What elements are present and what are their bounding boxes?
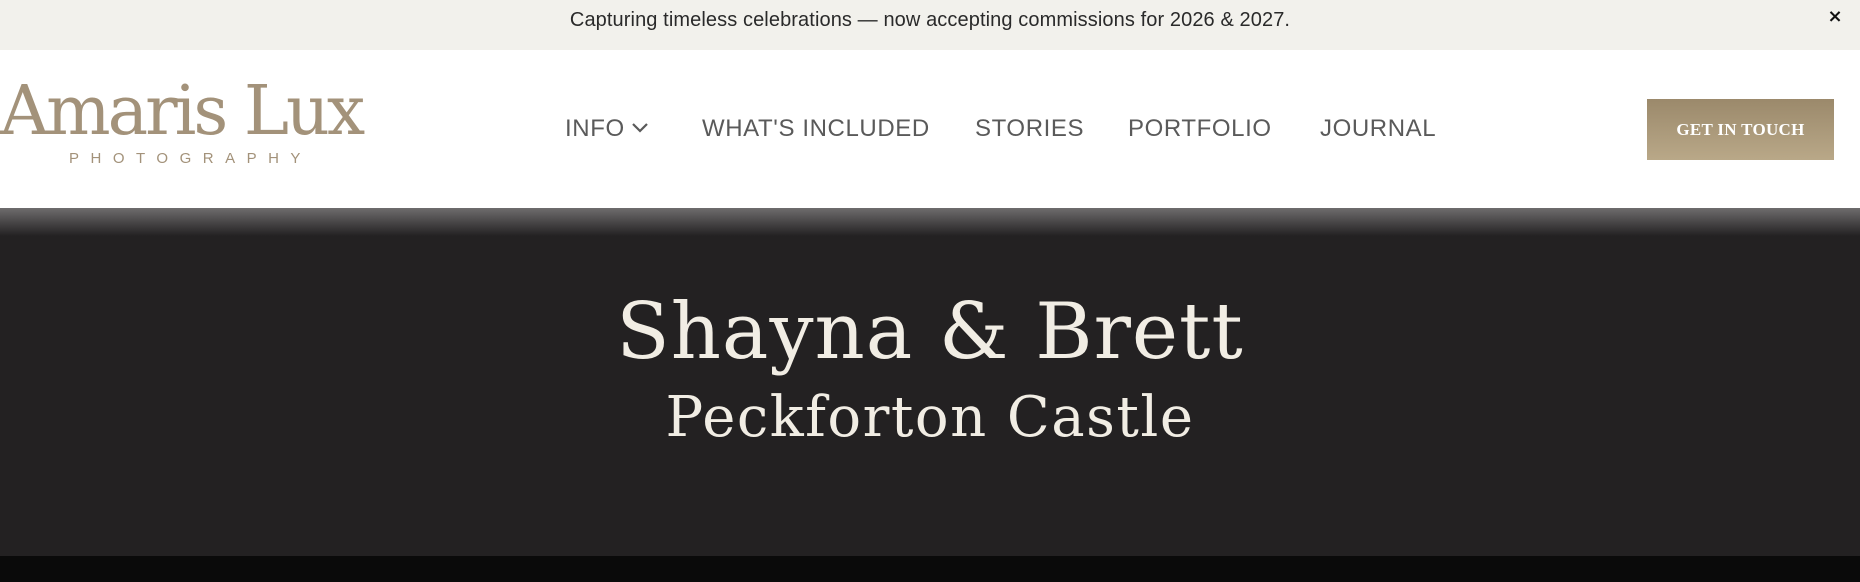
hero-image-strip [0, 556, 1860, 582]
nav-item-portfolio[interactable]: PORTFOLIO [1128, 112, 1272, 146]
hero-subtitle: Peckforton Castle [665, 385, 1195, 450]
site-header: Amaris Lux PHOTOGRAPHY INFO WHAT'S INCLU… [0, 50, 1860, 208]
hero-section: Shayna & Brett Peckforton Castle [0, 208, 1860, 556]
close-icon[interactable]: × [1824, 6, 1846, 28]
get-in-touch-button[interactable]: GET IN TOUCH [1647, 99, 1834, 160]
main-nav: INFO WHAT'S INCLUDED STORIES PORTFOLIO J… [0, 50, 1860, 208]
nav-item-journal[interactable]: JOURNAL [1320, 112, 1436, 146]
hero-title: Shayna & Brett [616, 287, 1244, 377]
announcement-text: Capturing timeless celebrations — now ac… [569, 9, 1291, 31]
chevron-down-icon [631, 122, 648, 133]
nav-item-label: INFO [565, 115, 625, 142]
header-shadow [0, 208, 1860, 236]
nav-item-stories[interactable]: STORIES [975, 112, 1084, 146]
nav-item-info[interactable]: INFO [565, 112, 649, 146]
announcement-bar: Capturing timeless celebrations — now ac… [0, 0, 1860, 50]
nav-item-whats-included[interactable]: WHAT'S INCLUDED [702, 112, 930, 146]
